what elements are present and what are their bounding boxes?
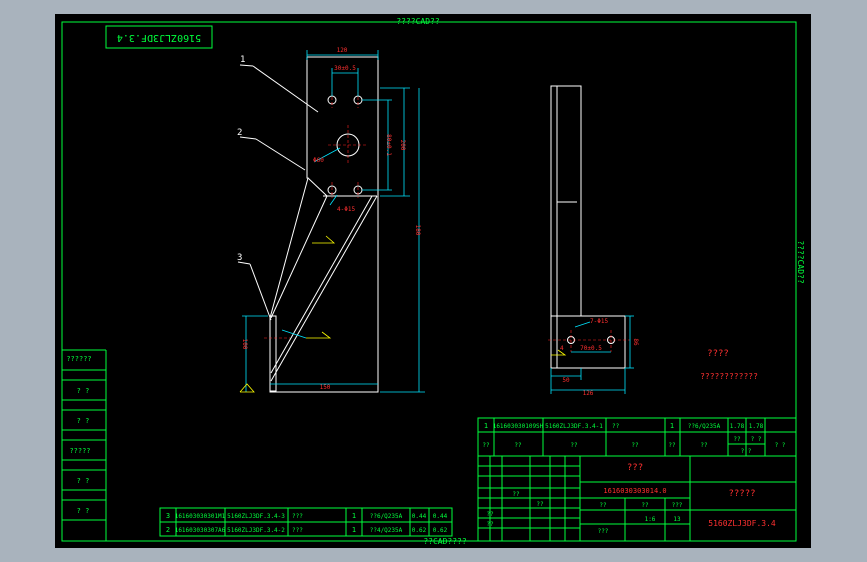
left-label-6: ? ? <box>77 507 90 515</box>
drawing-name: ??? <box>627 463 643 473</box>
small-label-8: ?? <box>486 521 494 528</box>
dim-phi60: Φ60 <box>313 157 324 164</box>
bom-row-index: 2 <box>166 526 170 534</box>
drawing-code: 1616030303014.0 <box>603 487 666 495</box>
bom-header-remark: ? ? <box>775 442 786 449</box>
side-caption: ????CAD?? <box>796 240 805 284</box>
bottom-caption: ??CAD???? <box>423 537 467 546</box>
left-label-5: ? ? <box>77 477 90 485</box>
dim-holes: 4-Φ15 <box>337 206 355 213</box>
left-label-4: ????? <box>69 447 90 455</box>
bom-row-qty: 1 <box>352 526 356 534</box>
company-name: ????? <box>728 489 755 499</box>
left-label-2: ? ? <box>77 387 90 395</box>
side-dim-50: 50 <box>562 377 570 384</box>
bom-header-index: ?? <box>482 442 490 449</box>
bom-header-desc: ?? <box>631 442 639 449</box>
small-label-6: ?? <box>536 501 544 508</box>
drawing-canvas: ????CAD?? ??CAD???? ????CAD?? 5160ZLJ3DF… <box>61 17 805 546</box>
bom-row-w1: 0.62 <box>412 527 427 534</box>
front-view <box>237 50 425 393</box>
bom-row-code: 161603030307A6 <box>175 527 226 534</box>
bom-header-name: ?? <box>570 442 578 449</box>
small-label-7: ?? <box>486 511 494 518</box>
bom-top-desc: ?? <box>612 423 620 430</box>
dim-180: 180 <box>414 225 421 236</box>
bom-row-code: 161603030301M1 <box>175 513 226 520</box>
dim-150: 150 <box>320 384 331 391</box>
bom-row-qty: 1 <box>352 512 356 520</box>
notes-title: ???? <box>707 349 729 359</box>
small-label-4: ??? <box>598 528 609 535</box>
bom-top-w2: 1.78 <box>749 423 764 430</box>
bom-top-qty: 1 <box>670 422 674 430</box>
side-dim-126: 126 <box>583 390 594 397</box>
sheets-value: 13 <box>673 516 681 523</box>
bom-row-index: 3 <box>166 512 170 520</box>
side-dim-holes: 7-Φ15 <box>590 318 608 325</box>
bom-header-code: ?? <box>514 442 522 449</box>
bom-header-total: ? ? <box>751 436 762 443</box>
notes-body: ???????????? <box>700 372 758 381</box>
bom-top-material: ??6/Q235A <box>688 423 721 430</box>
bom-row-desc: ??? <box>292 527 303 534</box>
border-frame <box>61 21 797 542</box>
dim-200: 200 <box>399 140 406 151</box>
bom-row-desc: ??? <box>292 513 303 520</box>
bom-header-weight: ? ? <box>741 448 752 455</box>
left-label-1: ?????? <box>66 355 91 363</box>
bom-row-name: 5160ZLJ3DF.3.4-2 <box>227 527 285 534</box>
bom-row-name: 5160ZLJ3DF.3.4-3 <box>227 513 285 520</box>
part-label-3: 3 <box>237 253 242 263</box>
left-column: ?????? ? ? ? ? ????? ? ? ? ? <box>62 349 107 541</box>
dim-80: 80±0.1 <box>385 134 392 156</box>
dim-120: 120 <box>337 47 348 54</box>
small-label-1: ?? <box>599 502 607 509</box>
bom-top-code: 161603030109SH <box>493 423 544 430</box>
bom-header-qty: ?? <box>668 442 676 449</box>
bom-row-w1: 0.44 <box>412 513 427 520</box>
bom-row-w2: 0.44 <box>433 513 448 520</box>
bom-row-material: ??4/Q235A <box>370 527 403 534</box>
left-label-3: ? ? <box>77 417 90 425</box>
cad-drawing-sheet: ????CAD?? ??CAD???? ????CAD?? 5160ZLJ3DF… <box>0 0 867 562</box>
top-caption: ????CAD?? <box>396 17 440 26</box>
dim-100: 100 <box>241 339 248 350</box>
bom-header-unit: ?? <box>733 436 741 443</box>
small-label-3: ??? <box>672 502 683 509</box>
bom-header-material: ?? <box>700 442 708 449</box>
bom-top-index: 1 <box>484 422 488 430</box>
drawing-number: 5160ZLJ3DF.3.4 <box>708 519 776 528</box>
bom-top-w1: 1.78 <box>730 423 745 430</box>
side-dim-86: 86 <box>632 338 639 346</box>
part-label-2: 2 <box>237 128 242 138</box>
small-label-5: ?? <box>512 491 520 498</box>
bom-row-w2: 0.62 <box>433 527 448 534</box>
bom-top-name: 5160ZLJ3DF.3.4-1 <box>545 423 603 430</box>
part-label-1: 1 <box>240 55 245 65</box>
side-dim-4: 4 <box>560 345 564 352</box>
dim-30: 30±0.5 <box>334 65 356 72</box>
bom-row-material: ??6/Q235A <box>370 513 403 520</box>
small-label-2: ?? <box>641 502 649 509</box>
scale-value: 1:6 <box>645 516 656 523</box>
title-stamp: 5160ZLJ3DF.3.4 <box>117 32 201 43</box>
side-dim-70: 70±0.5 <box>580 345 602 352</box>
